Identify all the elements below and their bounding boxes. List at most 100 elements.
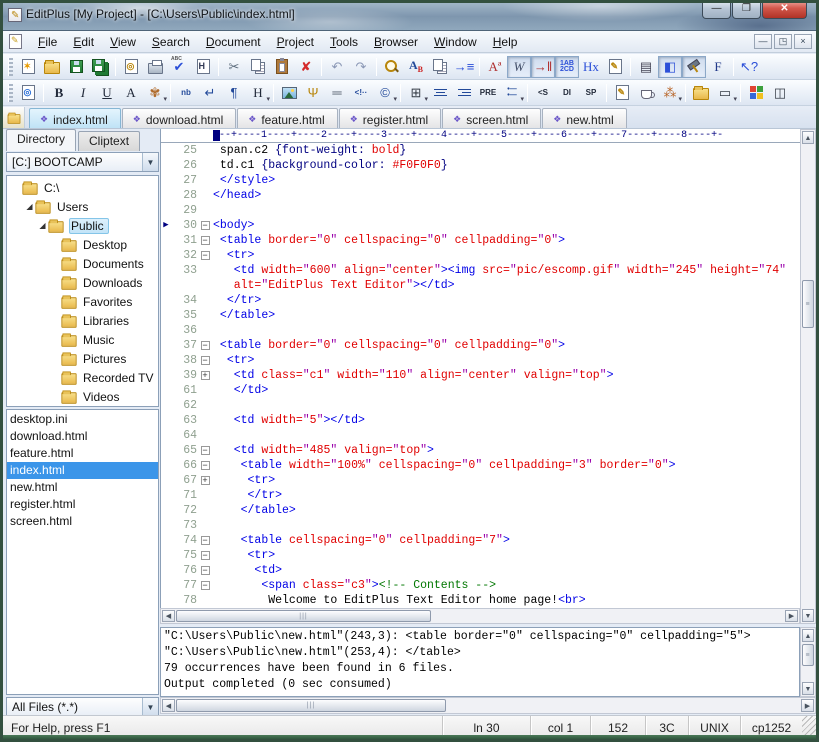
fold-expand-icon[interactable]: +	[201, 476, 210, 485]
document-icon[interactable]: ✎	[9, 34, 22, 49]
editor-hscrollbar[interactable]: ◀ ||| ▶	[160, 608, 800, 624]
font-button[interactable]: Aª	[483, 56, 507, 78]
code-line[interactable]: 77− <span class="c3"><!-- Contents -->	[161, 578, 800, 593]
code-line[interactable]: alt="EditPlus Text Editor"></td>	[161, 278, 800, 293]
code-line[interactable]: 75− <tr>	[161, 548, 800, 563]
output-hscrollbar[interactable]: ◀ ||| ▶	[160, 697, 816, 714]
file-item-new.html[interactable]: new.html	[7, 479, 158, 496]
file-item-feature.html[interactable]: feature.html	[7, 445, 158, 462]
menu-file[interactable]: File	[30, 33, 65, 51]
tab-directory[interactable]: Directory	[6, 129, 76, 151]
scroll-down-icon[interactable]: ▼	[802, 609, 814, 622]
code-line[interactable]: 27 </style>	[161, 173, 800, 188]
code-line[interactable]: 63 <td width="5"></td>	[161, 413, 800, 428]
title-bar[interactable]: ✎ EditPlus [My Project] - [C:\Users\Publ…	[0, 0, 819, 31]
menu-search[interactable]: Search	[144, 33, 198, 51]
chevron-down-icon[interactable]: ▼	[142, 698, 158, 716]
code-line[interactable]: 38− <tr>	[161, 353, 800, 368]
script-edit-button[interactable]: ✎	[610, 82, 634, 104]
hr-button[interactable]: ═	[325, 82, 349, 104]
word-wrap-button[interactable]: W	[507, 56, 531, 78]
scroll-up-icon[interactable]: ▲	[802, 131, 814, 144]
file-item-download.html[interactable]: download.html	[7, 428, 158, 445]
goto-line-button[interactable]: →≡	[452, 56, 476, 78]
align-right-button[interactable]	[452, 82, 476, 104]
doc-tab-index.html[interactable]: ❖index.html	[29, 108, 121, 128]
scroll-thumb[interactable]: |||	[176, 699, 446, 712]
file-item-index.html[interactable]: index.html	[7, 462, 158, 479]
code-line[interactable]: 72 </table>	[161, 503, 800, 518]
code-line[interactable]: 73	[161, 518, 800, 533]
tree-item-downloads[interactable]: Downloads	[7, 273, 158, 292]
font-style-button[interactable]: A	[119, 82, 143, 104]
pre-button[interactable]: PRE	[476, 82, 500, 104]
window-list-button[interactable]: ▭▾	[713, 82, 737, 104]
special-char-button[interactable]: ©▾	[373, 82, 397, 104]
new-document-button[interactable]: ✶	[16, 56, 40, 78]
line-numbers-button[interactable]: 1AB2CD	[555, 56, 579, 78]
code-area[interactable]: 25 span.c2 {font-weight: bold}26 td.c1 {…	[161, 143, 800, 624]
tree-item-pictures[interactable]: Pictures	[7, 349, 158, 368]
expand-arrow-icon[interactable]: ◢	[24, 202, 35, 211]
menu-tools[interactable]: Tools	[322, 33, 366, 51]
underline-button[interactable]: U	[95, 82, 119, 104]
fold-collapse-icon[interactable]: −	[201, 566, 210, 575]
file-item-screen.html[interactable]: screen.html	[7, 513, 158, 530]
tree-item-music[interactable]: Music	[7, 330, 158, 349]
sidebar-toggle-button[interactable]: ◧	[658, 56, 682, 78]
folder-options-button[interactable]	[689, 82, 713, 104]
tab-cliptext[interactable]: Cliptext	[78, 131, 140, 151]
scroll-down-icon[interactable]: ▼	[802, 682, 814, 695]
code-line[interactable]: 33 <td width="600" align="center"><img s…	[161, 263, 800, 278]
replace-button[interactable]: AB	[404, 56, 428, 78]
paragraph-button[interactable]: ¶	[222, 82, 246, 104]
code-line[interactable]: 37− <table border="0" cellspacing="0" ce…	[161, 338, 800, 353]
menu-view[interactable]: View	[102, 33, 144, 51]
span-button[interactable]: SP	[579, 82, 603, 104]
fold-collapse-icon[interactable]: −	[201, 251, 210, 260]
code-line[interactable]: 25 span.c2 {font-weight: bold}	[161, 143, 800, 158]
code-line[interactable]: 61 </td>	[161, 383, 800, 398]
toolbar-grip[interactable]	[8, 84, 13, 102]
context-help-button[interactable]: ↖?	[737, 56, 761, 78]
editor-vscrollbar[interactable]: ▲ ≡ ▼	[800, 129, 816, 624]
minimize-button[interactable]: —	[702, 0, 731, 19]
italic-button[interactable]: I	[71, 82, 95, 104]
anchor-button[interactable]: Ψ	[301, 82, 325, 104]
code-line[interactable]: 66− <table width="100%" cellspacing="0" …	[161, 458, 800, 473]
code-line[interactable]: 32− <tr>	[161, 248, 800, 263]
scroll-right-icon[interactable]: ▶	[785, 610, 798, 622]
doc-tab-screen.html[interactable]: ❖screen.html	[442, 108, 541, 128]
code-line[interactable]: 78 Welcome to EditPlus Text Editor home …	[161, 593, 800, 608]
open-button[interactable]	[40, 56, 64, 78]
colors-button[interactable]	[744, 82, 768, 104]
code-line[interactable]: ▶30−<body>	[161, 218, 800, 233]
find-in-files-button[interactable]	[428, 56, 452, 78]
mdi-minimize-button[interactable]: —	[754, 34, 772, 49]
fold-collapse-icon[interactable]: −	[201, 221, 210, 230]
fold-collapse-icon[interactable]: −	[201, 461, 210, 470]
code-line[interactable]: 26 td.c1 {background-color: #F0F0F0}	[161, 158, 800, 173]
close-button[interactable]: ✕	[762, 0, 807, 19]
output-vscrollbar[interactable]: ▲ ≡ ▼	[800, 627, 816, 697]
tree-item-favorites[interactable]: Favorites	[7, 292, 158, 311]
fold-collapse-icon[interactable]: −	[201, 536, 210, 545]
properties-button[interactable]: ✎	[603, 56, 627, 78]
paste-button[interactable]	[270, 56, 294, 78]
cliptext-list-button[interactable]: ▤	[634, 56, 658, 78]
fold-collapse-icon[interactable]: −	[201, 341, 210, 350]
spell-check-button[interactable]: ABC✔	[167, 56, 191, 78]
palette-button[interactable]: ✾▾	[143, 82, 167, 104]
code-line[interactable]: 67+ <tr>	[161, 473, 800, 488]
tree-item-users[interactable]: ◢Users	[7, 197, 158, 216]
scroll-thumb[interactable]: ≡	[802, 644, 814, 666]
split-window-button[interactable]: ◫	[768, 82, 792, 104]
scroll-up-icon[interactable]: ▲	[802, 629, 814, 642]
menu-help[interactable]: Help	[485, 33, 526, 51]
fold-collapse-icon[interactable]: −	[201, 236, 210, 245]
image-button[interactable]	[277, 82, 301, 104]
print-button[interactable]	[143, 56, 167, 78]
scroll-thumb[interactable]: ≡	[802, 280, 814, 328]
hex-view-button[interactable]: Hx	[579, 56, 603, 78]
tree-item-videos[interactable]: Videos	[7, 387, 158, 406]
